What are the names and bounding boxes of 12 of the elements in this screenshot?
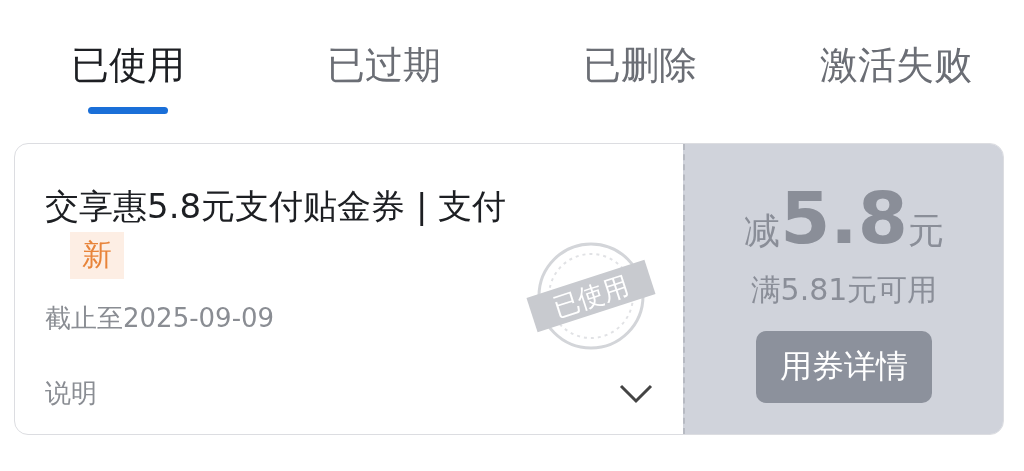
note-label: 说明 xyxy=(45,377,97,410)
new-badge: 新 xyxy=(70,232,124,279)
tab[interactable]: 已使用 xyxy=(0,0,256,143)
tab[interactable]: 已过期 xyxy=(256,0,512,143)
coupon-title: 交享惠5.8元支付贴金券 | 支付 xyxy=(45,185,508,228)
coupon-details-button[interactable]: 用券详情 xyxy=(756,331,932,403)
usage-condition: 满5.81元可用 xyxy=(750,271,938,309)
discount-amount: 减5.8元 xyxy=(744,182,944,256)
tab[interactable]: 激活失败 xyxy=(768,0,1024,143)
deadline-text: 截止至2025-09-09 xyxy=(45,302,275,335)
tab[interactable]: 已删除 xyxy=(512,0,768,143)
chevron-down-icon[interactable] xyxy=(619,383,653,404)
